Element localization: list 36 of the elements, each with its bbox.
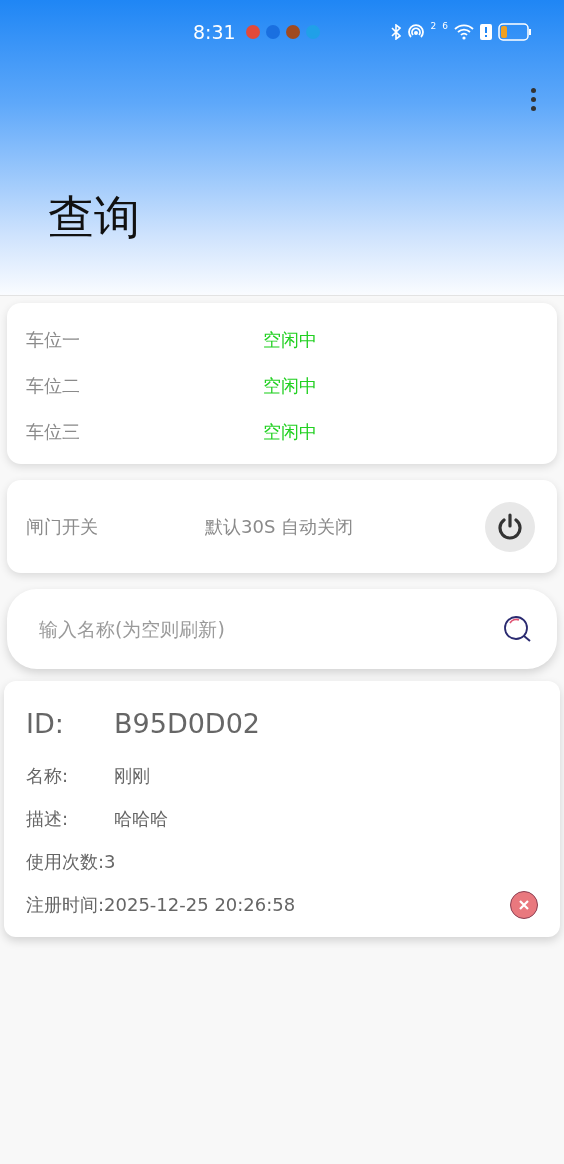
- notification-icon: [245, 25, 260, 39]
- parking-space-name: 车位一: [26, 328, 81, 352]
- field-value: 哈哈哈: [114, 806, 168, 831]
- power-icon: [495, 511, 525, 542]
- parking-status: 空闲中: [263, 420, 317, 444]
- parking-space-name: 车位三: [26, 420, 81, 444]
- notification-icon: [265, 25, 280, 39]
- search-input[interactable]: 输入名称(为空则刷新): [37, 617, 503, 641]
- status-time: 8:31: [193, 21, 236, 43]
- more-menu-icon[interactable]: [529, 86, 538, 113]
- wifi-icon: [454, 24, 474, 40]
- search-field[interactable]: 输入名称(为空则刷新): [7, 589, 557, 669]
- notification-icon: [285, 25, 300, 39]
- bluetooth-icon: [390, 24, 401, 40]
- field-value: 刚刚: [114, 763, 150, 788]
- usage-count: 使用次数:3: [26, 849, 117, 874]
- id-label: ID:: [26, 707, 65, 739]
- registration-time: 注册时间:2025-12-25 20:26:58: [26, 892, 297, 917]
- page-title: 查询: [48, 189, 141, 246]
- gate-hint: 默认30S 自动关闭: [205, 514, 355, 539]
- id-value: B95D0D02: [114, 707, 260, 739]
- signal-label: 6: [442, 21, 448, 31]
- parking-status: 空闲中: [263, 328, 317, 352]
- signal-label: 2: [430, 21, 437, 31]
- close-icon: [518, 898, 530, 911]
- field-label: 描述:: [26, 806, 70, 831]
- gate-label: 闸门开关: [26, 514, 99, 539]
- parking-space-name: 车位二: [26, 374, 81, 398]
- alert-icon: [480, 24, 492, 40]
- field-label: 名称:: [26, 763, 70, 788]
- search-icon[interactable]: [503, 615, 533, 643]
- notification-icon: [305, 25, 320, 39]
- parking-status: 空闲中: [263, 374, 317, 398]
- delete-button[interactable]: [510, 890, 538, 919]
- power-button[interactable]: [485, 501, 535, 552]
- battery-icon: [498, 23, 532, 41]
